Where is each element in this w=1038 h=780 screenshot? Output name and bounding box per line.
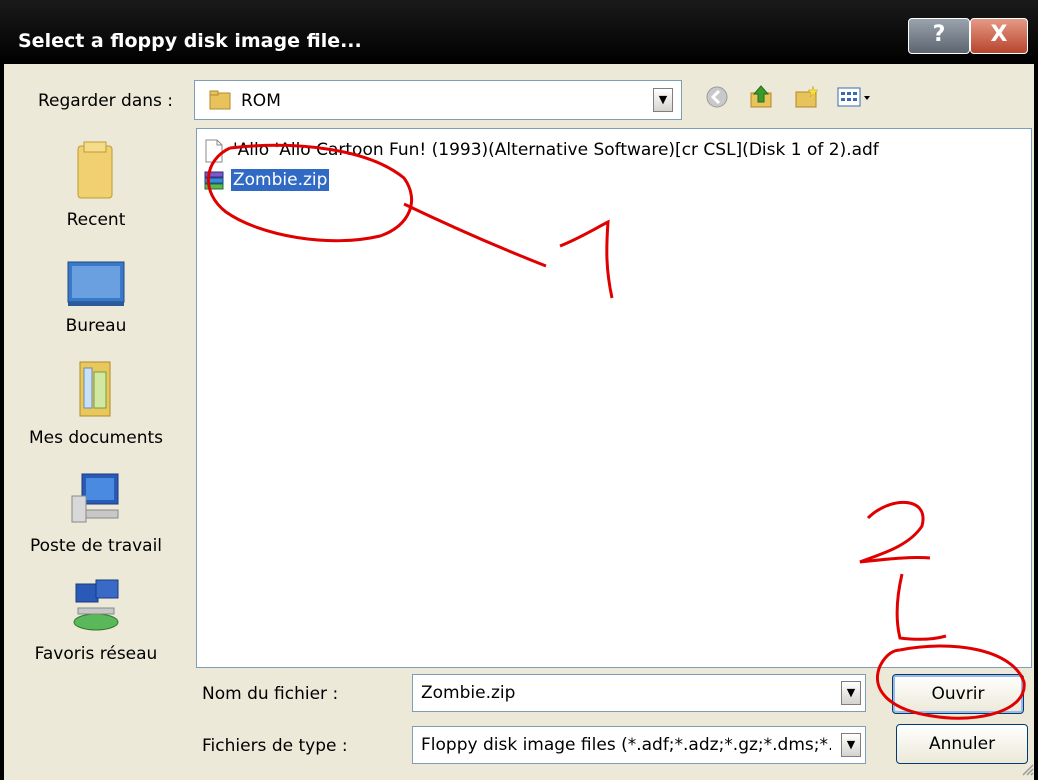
filename-combo[interactable]: Zombie.zip ▼ <box>412 674 866 712</box>
filename-dropdown-button[interactable]: ▼ <box>841 681 861 705</box>
file-list[interactable]: 'Allo 'Allo Cartoon Fun! (1993)(Alternat… <box>196 128 1032 668</box>
place-recent[interactable]: Recent <box>14 140 178 230</box>
back-arrow-icon[interactable] <box>704 84 730 110</box>
filetype-dropdown-button[interactable]: ▼ <box>841 733 861 757</box>
place-my-computer[interactable]: Poste de travail <box>14 470 178 556</box>
filename-input[interactable]: Zombie.zip <box>421 683 515 703</box>
view-menu-icon[interactable] <box>836 84 876 110</box>
look-in-combo[interactable]: ROM ▼ <box>194 80 682 120</box>
filename-label: Nom du fichier : <box>202 684 339 704</box>
filetype-combo[interactable]: Floppy disk image files (*.adf;*.adz;*.g… <box>412 726 866 764</box>
window-frame-right <box>1034 64 1038 780</box>
help-button[interactable]: ? <box>908 18 970 54</box>
open-button[interactable]: Ouvrir <box>892 674 1024 714</box>
places-bar: Recent Bureau Mes documents Poste de tra… <box>14 120 178 682</box>
resize-grip-icon[interactable] <box>1020 762 1034 776</box>
my-computer-icon <box>71 473 119 523</box>
recent-folder-icon <box>77 141 113 199</box>
cancel-button[interactable]: Annuler <box>896 724 1028 764</box>
zip-archive-icon <box>204 171 224 190</box>
desktop-icon <box>67 261 125 306</box>
place-label: Recent <box>66 210 126 230</box>
list-item[interactable]: Zombie.zip <box>203 167 403 193</box>
network-places-icon <box>73 579 119 631</box>
document-icon <box>205 139 223 163</box>
place-label: Poste de travail <box>29 536 163 556</box>
my-documents-icon <box>79 361 111 417</box>
dialog-title: Select a floppy disk image file... <box>18 30 362 52</box>
title-bar: Select a floppy disk image file... ? X <box>0 0 1038 64</box>
up-folder-icon[interactable] <box>748 84 774 110</box>
file-open-dialog: Select a floppy disk image file... ? X R… <box>0 0 1038 780</box>
look-in-dropdown-button[interactable]: ▼ <box>653 88 673 112</box>
new-folder-icon[interactable] <box>794 84 820 110</box>
file-name: Zombie.zip <box>231 169 330 191</box>
look-in-label: Regarder dans : <box>38 91 174 111</box>
place-desktop[interactable]: Bureau <box>14 260 178 336</box>
close-button[interactable]: X <box>970 18 1028 54</box>
place-network[interactable]: Favoris réseau <box>14 578 178 664</box>
place-label: Mes documents <box>28 428 164 448</box>
place-label: Bureau <box>65 316 127 336</box>
folder-icon <box>209 90 231 110</box>
window-frame-left <box>0 64 4 780</box>
place-label: Favoris réseau <box>34 644 158 664</box>
list-item[interactable]: 'Allo 'Allo Cartoon Fun! (1993)(Alternat… <box>203 137 1023 163</box>
look-in-value: ROM <box>241 91 281 111</box>
filetype-value: Floppy disk image files (*.adf;*.adz;*.g… <box>421 735 831 755</box>
filetype-label: Fichiers de type : <box>202 736 348 756</box>
place-my-documents[interactable]: Mes documents <box>14 358 178 448</box>
file-name: 'Allo 'Allo Cartoon Fun! (1993)(Alternat… <box>233 140 879 160</box>
